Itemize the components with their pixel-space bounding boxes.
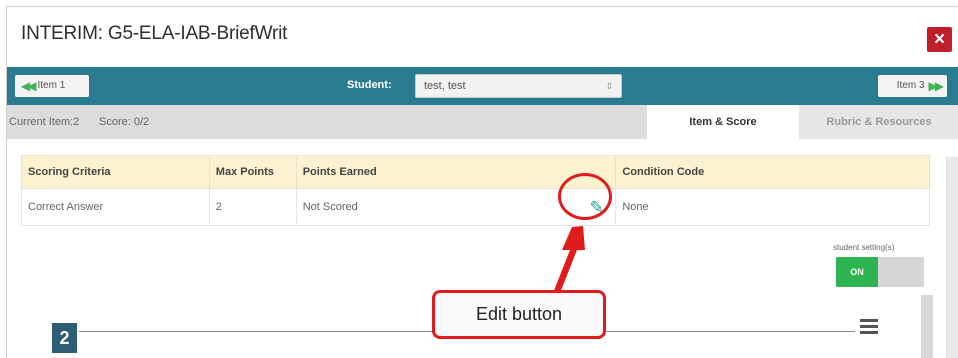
score-text: Score: 0/2 bbox=[99, 116, 150, 128]
hamburger-menu-icon[interactable] bbox=[860, 319, 878, 337]
cell-condition-code: None bbox=[615, 188, 930, 226]
cell-max-points: 2 bbox=[208, 188, 297, 226]
double-chevron-left-icon: ◀◀ bbox=[21, 79, 37, 93]
previous-item-button[interactable]: ◀◀ Item 1 bbox=[15, 75, 89, 97]
annotation-circle bbox=[558, 173, 612, 220]
dialog-title-bar: INTERIM: G5-ELA-IAB-BriefWrit × bbox=[7, 7, 958, 65]
header-scoring-criteria: Scoring Criteria bbox=[21, 155, 210, 189]
double-chevron-right-icon: ▶▶ bbox=[928, 79, 945, 93]
toggle-on-label: ON bbox=[836, 257, 878, 287]
header-max-points: Max Points bbox=[208, 155, 297, 189]
item-navigation-bar: ◀◀ Item 1 Student: test, test ⇕ Item 3 ▶… bbox=[7, 67, 958, 105]
points-earned-value: Not Scored bbox=[302, 201, 358, 213]
close-icon: × bbox=[933, 29, 946, 50]
next-item-label: Item 3 bbox=[896, 80, 925, 91]
student-settings-toggle[interactable]: ON bbox=[836, 257, 924, 287]
select-arrows-icon: ⇕ bbox=[605, 81, 613, 91]
student-settings-label: student setting(s) bbox=[833, 243, 895, 252]
cell-criteria: Correct Answer bbox=[21, 188, 210, 226]
edit-button-callout: Edit button bbox=[432, 290, 606, 339]
close-button[interactable]: × bbox=[927, 27, 952, 52]
next-item-button[interactable]: Item 3 ▶▶ bbox=[878, 75, 947, 97]
table-header-row: Scoring Criteria Max Points Points Earne… bbox=[21, 155, 930, 189]
dialog-title: INTERIM: G5-ELA-IAB-BriefWrit bbox=[21, 23, 288, 44]
tab-rubric-resources[interactable]: Rubric & Resources bbox=[799, 105, 958, 139]
table-row: Correct Answer 2 Not Scored ✎ None bbox=[21, 188, 930, 226]
current-item-text: Current Item:2 bbox=[9, 116, 80, 128]
item-info-bar: Current Item:2 Score: 0/2 Item & Score R… bbox=[7, 105, 958, 139]
scoring-table: Scoring Criteria Max Points Points Earne… bbox=[21, 155, 930, 226]
content-scrollbar[interactable] bbox=[921, 295, 933, 358]
student-label: Student: bbox=[347, 79, 392, 91]
item-number-badge: 2 bbox=[52, 323, 77, 353]
header-condition-code: Condition Code bbox=[615, 155, 930, 189]
tab-item-score[interactable]: Item & Score bbox=[647, 105, 799, 139]
toggle-off-segment bbox=[878, 257, 924, 287]
student-select[interactable]: test, test ⇕ bbox=[415, 74, 622, 98]
student-select-value: test, test bbox=[424, 80, 466, 92]
dialog-scrollbar[interactable] bbox=[946, 157, 958, 358]
previous-item-label: Item 1 bbox=[37, 80, 66, 91]
